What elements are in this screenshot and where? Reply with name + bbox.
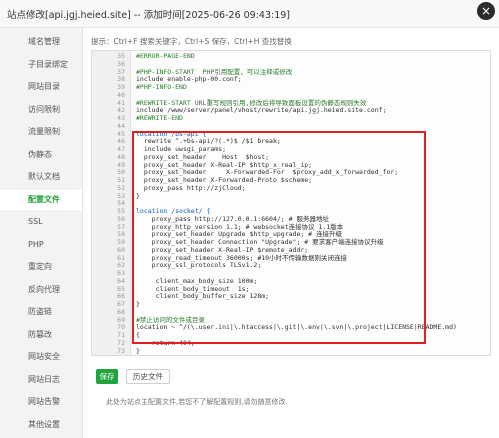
footer-note: 此处为站点主配置文件,若您不了解配置规则,请勿随意修改. [106,398,288,406]
editor-tip: 提示：Ctrl+F 搜索关键字，Ctrl+S 保存，Ctrl+H 查找替换 [91,37,292,46]
code-line: 43 #REWRITE-END [92,114,490,123]
sidebar-item[interactable]: SSL [0,212,82,232]
code-text: } [136,191,140,200]
code-text: } [136,346,140,355]
code-text: } [136,300,140,308]
code-text: proxy_ssl_protocols TLSv1.2; [136,261,262,270]
dialog-title: 站点修改[api.jgj.heied.site] -- 添加时间[2025-06… [7,10,291,21]
sidebar-item[interactable]: 网站日志 [0,370,82,390]
config-editor[interactable]: 35 #ERROR-PAGE-END 36 37 #PHP-INFO-START PHP… [91,50,491,356]
sidebar-item[interactable]: 网站目录 [0,77,82,97]
code-text: proxy_pass http://zjCloud; [136,183,246,192]
code-text: location ~ ^/(\.user.ini|\.htaccess|\.gi… [136,323,457,332]
sidebar-item[interactable]: 子目录绑定 [0,55,82,75]
line-number: 73 [117,346,125,355]
sidebar-item[interactable]: 网站安全 [0,347,82,367]
sidebar-item[interactable]: 访问限制 [0,100,82,120]
site-modify-dialog: 站点修改[api.jgj.heied.site] -- 添加时间[2025-06… [0,0,499,438]
sidebar-item[interactable]: 域名管理 [0,32,82,52]
sidebar-item[interactable]: 防盗链 [0,302,82,322]
history-file-button[interactable]: 历史文件 [126,369,170,384]
code-text: client_body_buffer_size 128m; [136,292,270,301]
sidebar-item[interactable]: 反向代理 [0,280,82,300]
code-line: 53} [92,191,490,201]
code-line: 39 #PHP-INFO-END [92,83,490,92]
code-text: #PHP-INFO-END [136,83,187,91]
code-text: #ERROR-PAGE-END [136,52,195,60]
dialog-titlebar: 站点修改[api.jgj.heied.site] -- 添加时间[2025-06… [0,0,499,28]
sidebar-item[interactable]: 网站告警 [0,392,82,412]
code-line: 62 proxy_ssl_protocols TLSv1.2; [92,262,490,270]
sidebar: 域名管理子目录绑定 网站目录访问限制 流量限制伪静态 默认文档 配置文件 SSL PHP 重定… [0,28,83,438]
code-line: 70 location ~ ^/(\.user.ini|\.htaccess|\.… [92,324,490,332]
sidebar-item[interactable]: 重定向 [0,257,82,277]
code-line: 35 #ERROR-PAGE-END [92,52,490,61]
sidebar-item[interactable]: PHP [0,235,82,255]
sidebar-item[interactable]: 伪静态 [0,145,82,165]
code-text: return 404; [136,338,195,347]
code-line: 72 return 404; [92,338,490,348]
code-line: 73} [92,346,490,356]
sidebar-item[interactable]: 流量限制 [0,122,82,142]
code-line: 67} [92,300,490,309]
sidebar-item[interactable]: 其他设置 [0,415,82,435]
sidebar-item[interactable]: 默认文档 [0,167,82,187]
code-text: #REWRITE-END [136,114,183,122]
sidebar-item[interactable]: 配置文件 [0,189,82,210]
close-icon[interactable]: × [477,2,495,20]
sidebar-item[interactable]: 防篡改 [0,325,82,345]
save-button[interactable]: 保存 [96,369,118,384]
code-line: 52 proxy_pass http://zjCloud; [92,183,490,193]
code-line: 66 client_body_buffer_size 128m; [92,293,490,301]
